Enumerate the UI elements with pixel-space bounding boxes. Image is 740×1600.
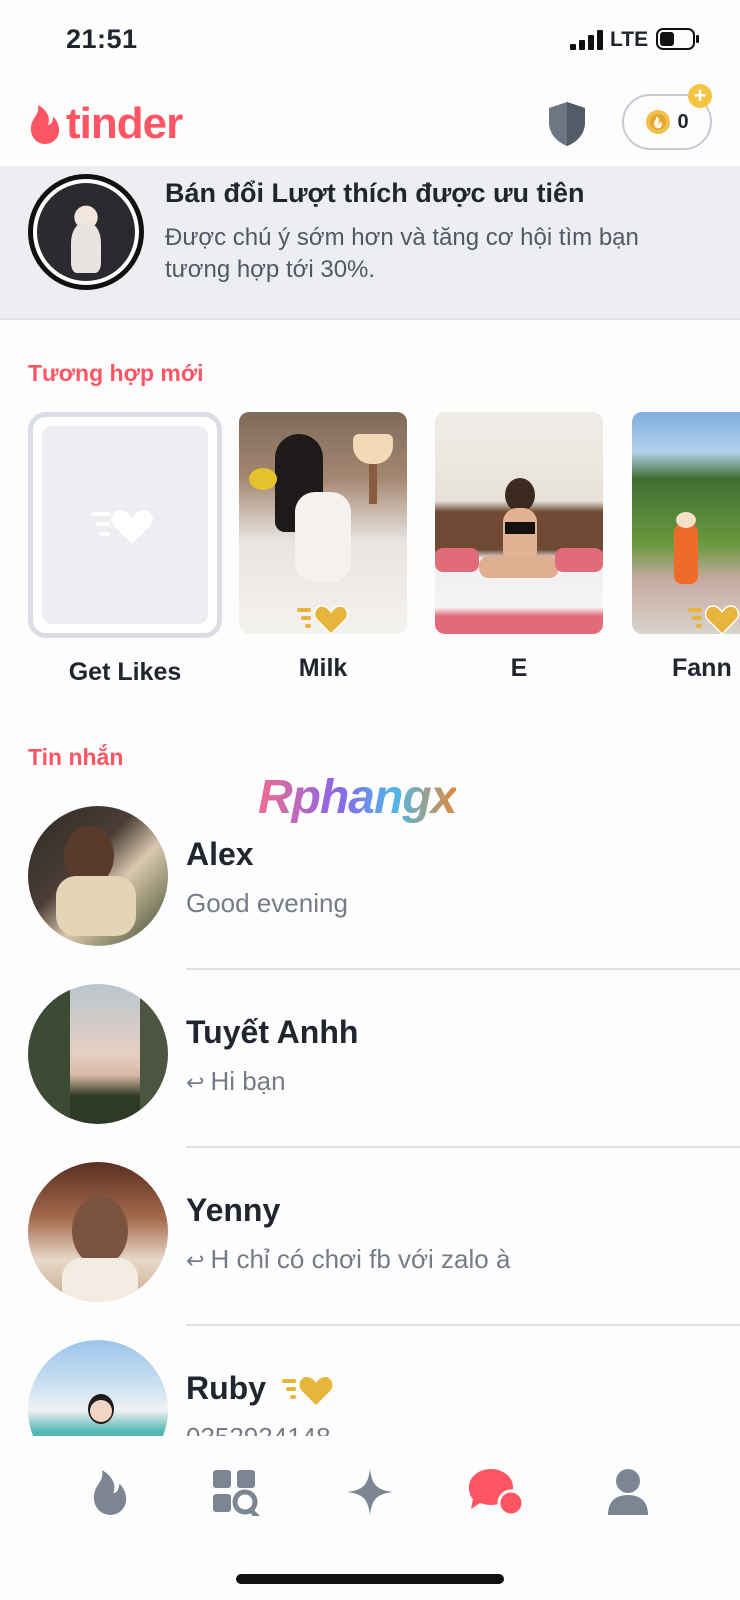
conversation-name: Ruby [186,1370,336,1407]
match-photo [239,412,407,634]
nav-explore[interactable] [208,1464,268,1520]
get-likes-label: Get Likes [68,658,182,686]
match-name: E [510,654,528,682]
avatar [28,1340,168,1436]
reply-icon: ↩ [186,1248,205,1273]
nav-home[interactable] [80,1464,140,1520]
get-likes-card[interactable]: Get Likes [28,412,222,687]
promo-title: Bán đổi Lượt thích được ưu tiên [165,178,585,208]
priority-likes-banner[interactable]: Bán đổi Lượt thích được ưu tiên Được chú… [0,166,740,320]
network-label: LTE [610,28,649,51]
conversation-row[interactable]: Yenny ↩ H chỉ có chơi fb với zalo à [0,1162,740,1340]
promo-avatar [28,174,144,290]
conversation-row[interactable]: Alex Good evening [0,806,740,984]
flame-icon [93,1470,127,1515]
home-indicator[interactable] [236,1574,504,1584]
explore-icon [213,1470,260,1516]
coin-icon [646,110,671,134]
conversation-name: Yenny [186,1192,281,1228]
nav-messages[interactable] [466,1464,526,1520]
logo-text: tinder [66,99,183,148]
match-card[interactable]: Milk [239,412,407,683]
match-photo [632,412,740,634]
new-matches-heading: Tương hợp mới [28,360,204,386]
add-coins-icon[interactable]: + [688,84,712,108]
match-name: Milk [298,654,348,682]
divider [186,1324,740,1326]
avatar [28,1162,168,1302]
sparkle-icon [347,1469,393,1515]
status-bar: 21:51 LTE [0,0,740,80]
coin-count: 0 [677,110,689,133]
get-likes-box [28,412,222,638]
conversation-name: Tuyết Anhh [186,1014,359,1050]
conversation-preview: ↩ H chỉ có chơi fb với zalo à [186,1244,511,1274]
battery-icon [656,28,699,50]
divider [186,968,740,970]
conversation-row[interactable]: Tuyết Anhh ↩ Hi bạn [0,984,740,1162]
status-time: 21:51 [66,24,138,54]
match-name: Fann [672,654,732,682]
match-photo [435,412,603,634]
flame-icon [30,105,60,144]
signal-icon [570,30,603,50]
reply-icon: ↩ [186,1070,205,1095]
conversation-name: Alex [186,836,254,872]
conversation-preview: ↩ Hi bạn [186,1066,286,1096]
nav-gold[interactable] [340,1464,400,1520]
nav-profile[interactable] [598,1464,658,1520]
conversation-row[interactable]: Ruby 0352924148 [0,1340,740,1436]
heart-speed-icon [92,510,153,544]
chat-bubbles-icon [469,1469,525,1517]
match-card[interactable]: E [435,412,603,683]
profile-icon [608,1469,648,1515]
messages-heading: Tin nhắn [28,744,124,770]
avatar [28,806,168,946]
tinder-logo[interactable]: tinder [28,98,183,150]
avatar [28,984,168,1124]
super-like-badge-icon [688,605,740,634]
super-like-badge-icon [297,605,349,634]
shield-icon[interactable] [546,100,588,148]
super-like-badge-icon [282,1376,333,1405]
bottom-nav [0,1464,740,1534]
conversation-preview: Good evening [186,888,348,918]
divider [186,1146,740,1148]
conversation-preview: 0352924148 [186,1422,331,1436]
match-card[interactable]: Fann [632,412,740,683]
app-header: tinder 0 [0,88,740,164]
promo-description: Được chú ý sớm hơn và tăng cơ hội tìm bạ… [165,224,639,283]
new-matches-row: Get Likes Milk E Fann [28,412,740,692]
